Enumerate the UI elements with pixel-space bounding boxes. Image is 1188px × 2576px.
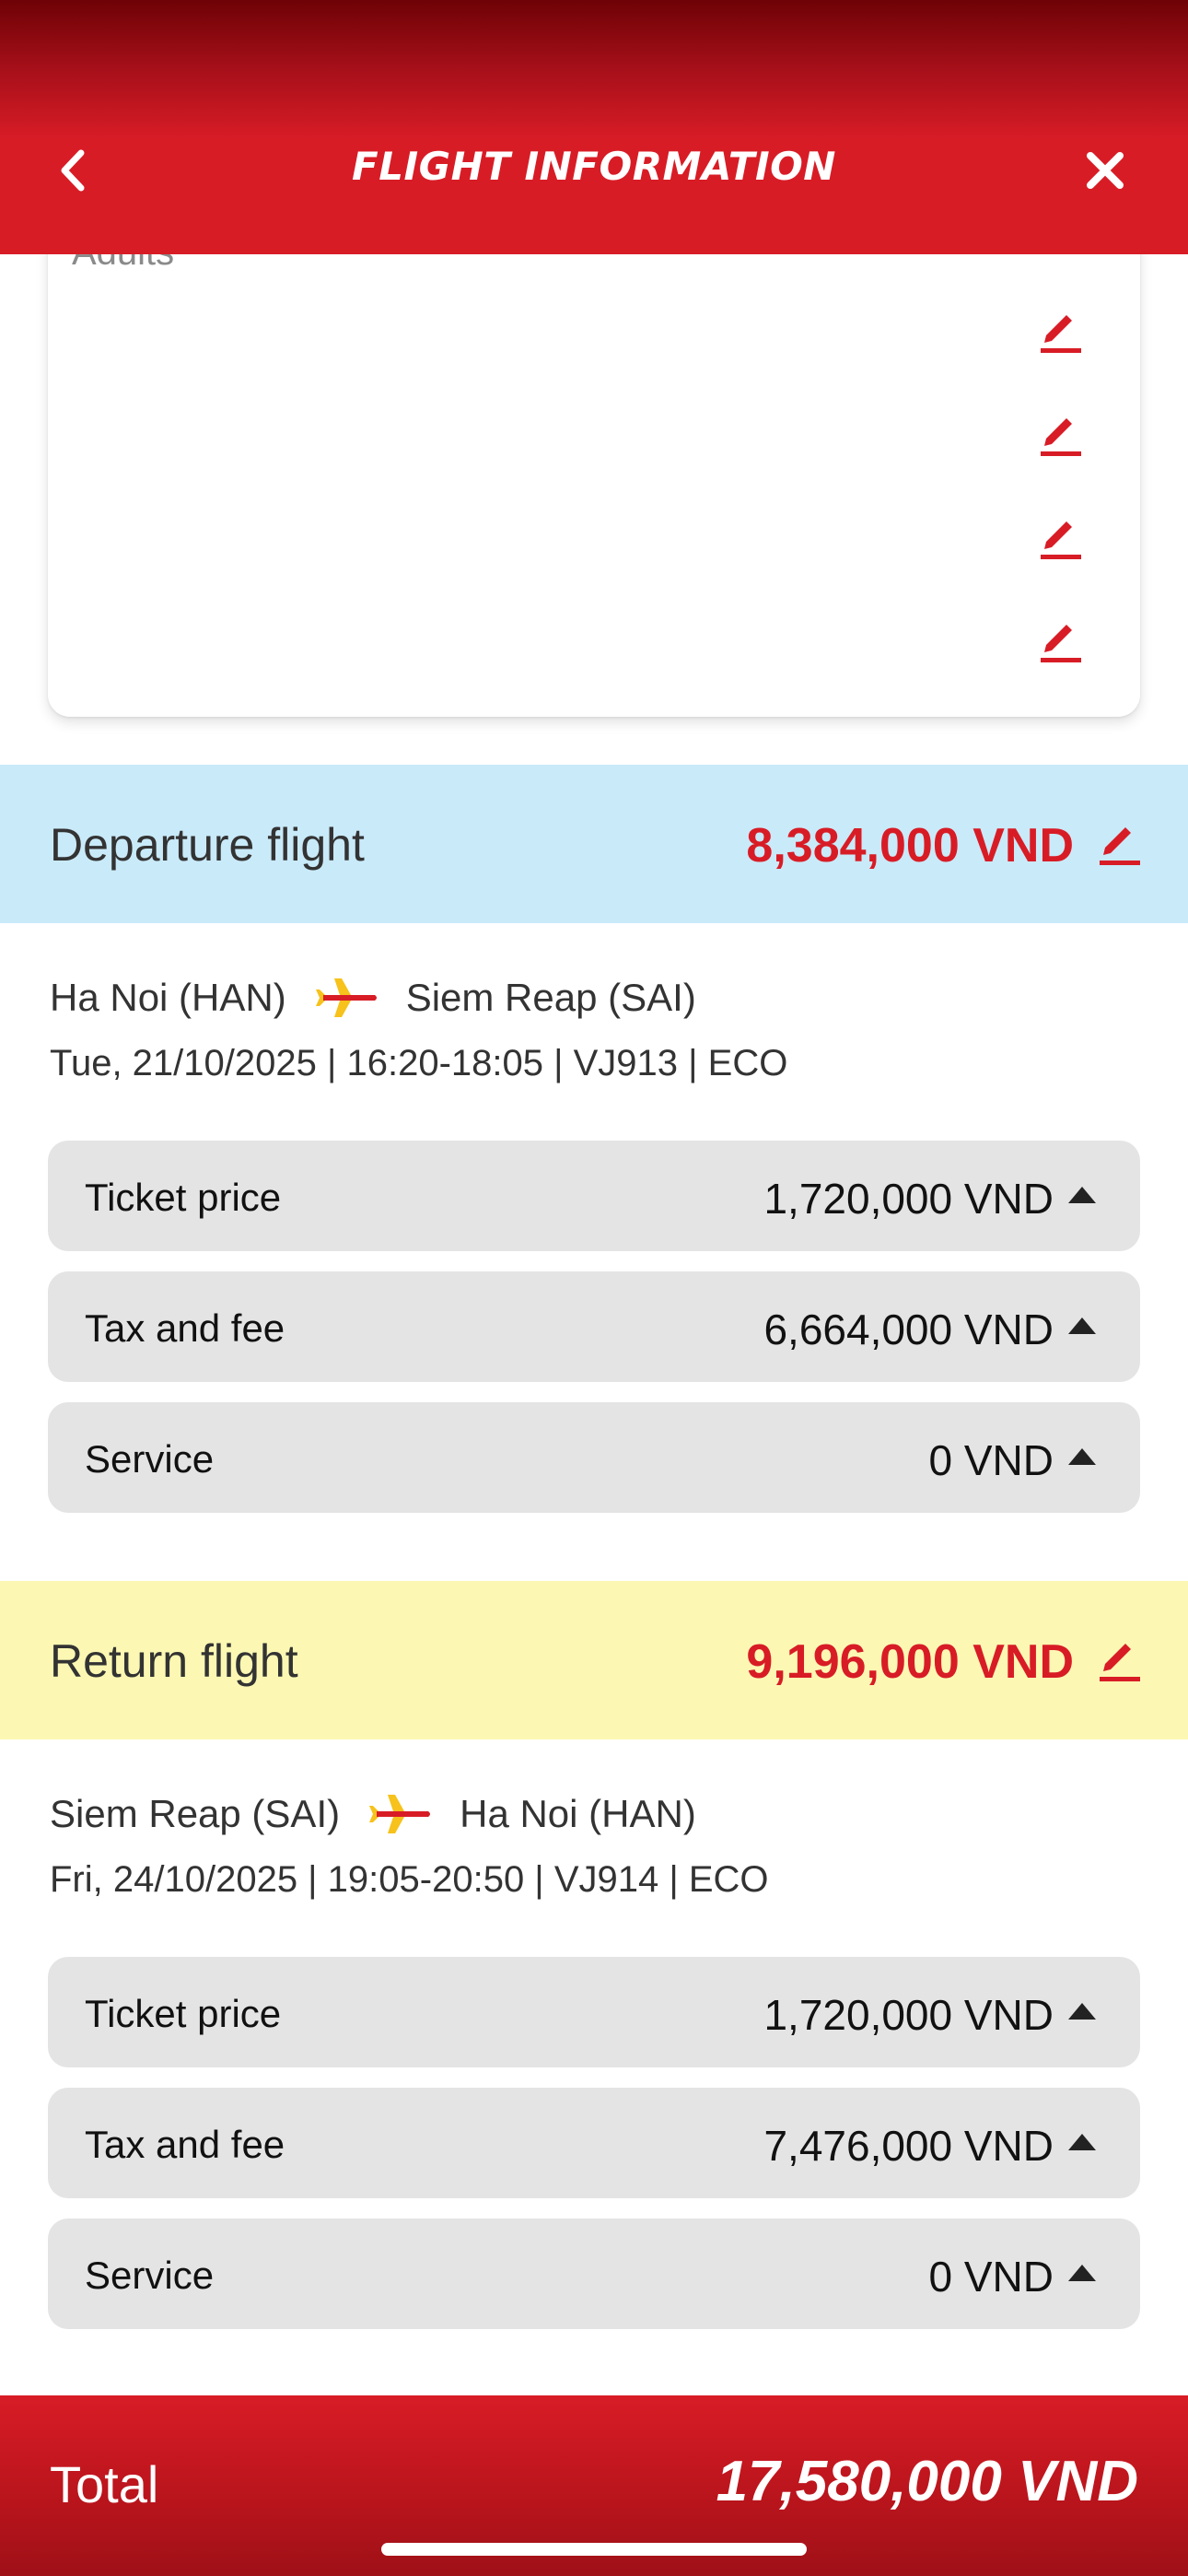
row-label: Tax and fee [85, 2123, 285, 2166]
edit-passenger-4-button[interactable] [1033, 614, 1089, 669]
pencil-icon [1041, 521, 1081, 559]
return-service-row[interactable]: Service 0 VND [48, 2219, 1140, 2329]
pencil-icon [1041, 625, 1081, 662]
departure-ticket-price-row[interactable]: Ticket price 1,720,000 VND [48, 1141, 1140, 1251]
home-indicator[interactable] [381, 2543, 807, 2556]
return-tax-fee-row[interactable]: Tax and fee 7,476,000 VND [48, 2088, 1140, 2198]
row-label: Ticket price [85, 1176, 282, 1219]
return-flight-label: Return flight [50, 1635, 298, 1687]
return-flight-header: Return flight 9,196,000 VND [0, 1581, 1188, 1739]
return-details: Fri, 24/10/2025 | 19:05-20:50 | VJ914 | … [50, 1859, 769, 1900]
departure-flight-total: 8,384,000 VND [746, 819, 1074, 872]
airplane-icon [369, 1795, 431, 1833]
pencil-icon [1100, 827, 1140, 865]
departure-flight-label: Departure flight [50, 819, 365, 871]
departure-flight-header: Departure flight 8,384,000 VND [0, 765, 1188, 923]
page-title: FLIGHT INFORMATION [352, 144, 836, 189]
edit-return-button[interactable] [1092, 1633, 1147, 1688]
departure-destination: Siem Reap (SAI) [405, 976, 696, 1019]
caret-up-icon [1068, 1448, 1096, 1465]
row-value: 1,720,000 VND [763, 1175, 1054, 1223]
edit-passenger-2-button[interactable] [1033, 407, 1089, 463]
close-icon [1087, 152, 1124, 189]
pencil-icon [1041, 418, 1081, 456]
row-value: 0 VND [928, 2253, 1054, 2301]
edit-passenger-1-button[interactable] [1033, 304, 1089, 359]
edit-passenger-3-button[interactable] [1033, 510, 1089, 566]
caret-up-icon [1068, 2265, 1096, 2281]
row-label: Service [85, 2254, 215, 2297]
caret-up-icon [1068, 2003, 1096, 2020]
pencil-icon [1100, 1644, 1140, 1681]
total-label: Total [50, 2455, 159, 2513]
pencil-icon [1041, 315, 1081, 353]
return-destination: Ha Noi (HAN) [460, 1792, 696, 1835]
row-label: Service [85, 1437, 215, 1481]
caret-up-icon [1068, 1187, 1096, 1203]
return-ticket-price-row[interactable]: Ticket price 1,720,000 VND [48, 1957, 1140, 2067]
close-button[interactable] [1077, 138, 1133, 203]
row-value: 6,664,000 VND [763, 1306, 1054, 1353]
edit-departure-button[interactable] [1092, 816, 1147, 872]
departure-origin: Ha Noi (HAN) [50, 976, 286, 1019]
return-route: Siem Reap (SAI) Ha Noi (HAN) [50, 1791, 696, 1837]
row-label: Tax and fee [85, 1306, 285, 1350]
row-value: 1,720,000 VND [763, 1991, 1054, 2039]
departure-tax-fee-row[interactable]: Tax and fee 6,664,000 VND [48, 1271, 1140, 1382]
total-value: 17,580,000 VND [716, 2450, 1138, 2513]
passenger-card: Adults [48, 184, 1140, 717]
caret-up-icon [1068, 1317, 1096, 1334]
row-value: 0 VND [928, 1436, 1054, 1484]
top-bar: FLIGHT INFORMATION [0, 0, 1188, 254]
airplane-icon [315, 978, 377, 1017]
caret-up-icon [1068, 2134, 1096, 2150]
departure-route: Ha Noi (HAN) Siem Reap (SAI) [50, 975, 696, 1021]
return-flight-total: 9,196,000 VND [746, 1635, 1074, 1689]
return-origin: Siem Reap (SAI) [50, 1792, 341, 1835]
departure-service-row[interactable]: Service 0 VND [48, 1402, 1140, 1513]
row-value: 7,476,000 VND [763, 2122, 1054, 2170]
departure-details: Tue, 21/10/2025 | 16:20-18:05 | VJ913 | … [50, 1043, 788, 1083]
row-label: Ticket price [85, 1992, 282, 2035]
